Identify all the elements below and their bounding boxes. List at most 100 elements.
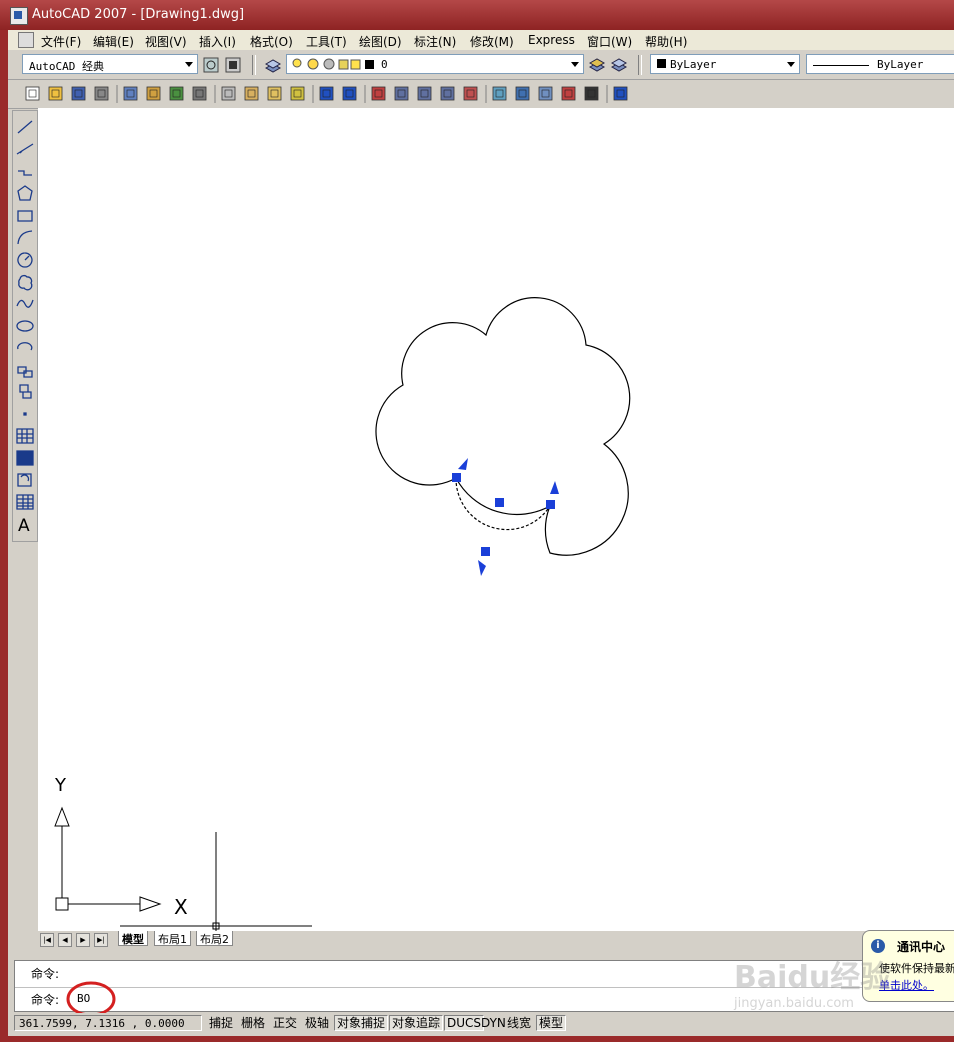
ellipse-icon[interactable] — [16, 320, 34, 332]
design-center-icon[interactable] — [492, 86, 507, 101]
otrack-button[interactable]: 对象追踪 — [389, 1015, 444, 1031]
save-icon[interactable] — [71, 86, 86, 101]
grip-start[interactable] — [452, 473, 461, 482]
calculator-icon[interactable] — [584, 86, 599, 101]
grip-mid[interactable] — [481, 547, 490, 556]
region-icon[interactable] — [17, 473, 32, 487]
arc-icon[interactable] — [17, 230, 33, 245]
grip-arrow-mid[interactable] — [478, 560, 486, 576]
properties-icon[interactable] — [463, 86, 478, 101]
drawing-area[interactable]: Y X — [38, 108, 954, 931]
polar-button[interactable]: 极轴 — [302, 1015, 332, 1031]
next-tab-icon[interactable]: ▶ — [76, 933, 90, 947]
open-icon[interactable] — [48, 86, 63, 101]
osnap-button[interactable]: 对象捕捉 — [334, 1015, 389, 1031]
3d-dwf-icon[interactable] — [169, 86, 184, 101]
zoom-previous-icon[interactable] — [440, 86, 455, 101]
chevron-down-icon — [787, 62, 795, 67]
pan-icon[interactable] — [371, 86, 386, 101]
undo-icon[interactable] — [319, 86, 334, 101]
save-workspace-icon[interactable] — [224, 56, 242, 74]
spline-icon[interactable] — [16, 299, 34, 308]
layers-toolbar: AutoCAD 经典 0 ByLayer ByLayer — [8, 51, 954, 80]
polygon-icon[interactable] — [17, 185, 33, 201]
layer-properties-icon[interactable] — [264, 56, 282, 74]
model-button[interactable]: 模型 — [536, 1015, 567, 1031]
zoom-window-icon[interactable] — [417, 86, 432, 101]
first-tab-icon[interactable]: |◀ — [40, 933, 54, 947]
autocad-app-icon[interactable] — [10, 7, 28, 25]
make-layer-current-icon[interactable] — [588, 56, 606, 74]
linetype-combo[interactable]: ByLayer — [806, 54, 954, 74]
construction-line-icon[interactable] — [16, 143, 34, 155]
workspace-combo[interactable]: AutoCAD 经典 — [22, 54, 198, 74]
polyline-icon[interactable] — [18, 170, 32, 176]
menu-help[interactable]: 帮助(H) — [645, 33, 687, 50]
tab-layout1[interactable]: 布局1 — [154, 931, 191, 946]
redo-icon[interactable] — [342, 86, 357, 101]
ortho-button[interactable]: 正交 — [270, 1015, 300, 1031]
plot-icon[interactable] — [94, 86, 109, 101]
layer-combo[interactable]: 0 — [286, 54, 584, 74]
grip-arrow-end[interactable] — [550, 481, 559, 494]
menu-insert[interactable]: 插入(I) — [199, 33, 236, 50]
paste-icon[interactable] — [244, 86, 259, 101]
publish-icon[interactable] — [146, 86, 161, 101]
multiline-text-icon[interactable]: A — [18, 516, 30, 536]
drawing-doc-icon[interactable] — [18, 32, 34, 48]
gradient-icon[interactable] — [16, 450, 34, 466]
draw-toolbar-icons: A — [16, 120, 34, 536]
layer-previous-icon[interactable] — [610, 56, 628, 74]
menu-dimension[interactable]: 标注(N) — [414, 33, 456, 50]
revision-cloud-icon[interactable] — [18, 274, 33, 291]
ellipse-arc-icon[interactable] — [17, 342, 33, 351]
menu-view[interactable]: 视图(V) — [145, 33, 187, 50]
menu-modify[interactable]: 修改(M) — [470, 33, 514, 50]
point-icon[interactable] — [23, 412, 27, 416]
tab-layout2[interactable]: 布局2 — [196, 931, 233, 946]
help-icon[interactable] — [613, 86, 628, 101]
lineweight-button[interactable]: 线宽 — [504, 1015, 534, 1031]
color-combo[interactable]: ByLayer — [650, 54, 800, 74]
grip-center[interactable] — [495, 498, 504, 507]
hatch-icon[interactable] — [16, 428, 34, 444]
color-swatch — [657, 59, 666, 68]
insert-block-icon[interactable] — [17, 366, 33, 378]
circle-icon[interactable] — [17, 252, 33, 268]
last-tab-icon[interactable]: ▶| — [94, 933, 108, 947]
tab-model[interactable]: 模型 — [118, 931, 148, 946]
line-icon[interactable] — [17, 120, 33, 134]
match-properties-icon[interactable] — [267, 86, 282, 101]
menu-draw[interactable]: 绘图(D) — [359, 33, 402, 50]
menu-window[interactable]: 窗口(W) — [587, 33, 632, 50]
coordinate-readout[interactable]: 361.7599, 7.1316 , 0.0000 — [14, 1015, 202, 1031]
drawing-canvas[interactable]: Y X — [38, 108, 954, 931]
menu-format[interactable]: 格式(O) — [250, 33, 293, 50]
tool-palettes-icon[interactable] — [515, 86, 530, 101]
rectangle-icon[interactable] — [17, 210, 33, 222]
prev-tab-icon[interactable]: ◀ — [58, 933, 72, 947]
revision-cloud[interactable] — [375, 297, 631, 556]
grid-button[interactable]: 栅格 — [238, 1015, 268, 1031]
new-icon[interactable] — [25, 86, 40, 101]
command-history-line: 命令: — [31, 967, 60, 981]
workspace-settings-icon[interactable] — [202, 56, 220, 74]
menu-file[interactable]: 文件(F) — [41, 33, 81, 50]
menu-express[interactable]: Express — [528, 33, 575, 47]
table-icon[interactable] — [16, 494, 34, 510]
block-editor-icon[interactable] — [290, 86, 305, 101]
menu-tools[interactable]: 工具(T) — [306, 33, 347, 50]
markup-icon[interactable] — [561, 86, 576, 101]
menu-edit[interactable]: 编辑(E) — [93, 33, 134, 50]
grip-arrow-start[interactable] — [458, 458, 468, 470]
workspace-value: AutoCAD 经典 — [29, 60, 104, 73]
snap-button[interactable]: 捕捉 — [206, 1015, 236, 1031]
command-prompt: 命令: — [31, 993, 60, 1007]
copy-icon[interactable] — [221, 86, 236, 101]
make-block-icon[interactable] — [19, 384, 32, 399]
plot-preview-icon[interactable] — [123, 86, 138, 101]
grip-end[interactable] — [546, 500, 555, 509]
cut-icon[interactable] — [192, 86, 207, 101]
sheet-set-icon[interactable] — [538, 86, 553, 101]
zoom-realtime-icon[interactable] — [394, 86, 409, 101]
